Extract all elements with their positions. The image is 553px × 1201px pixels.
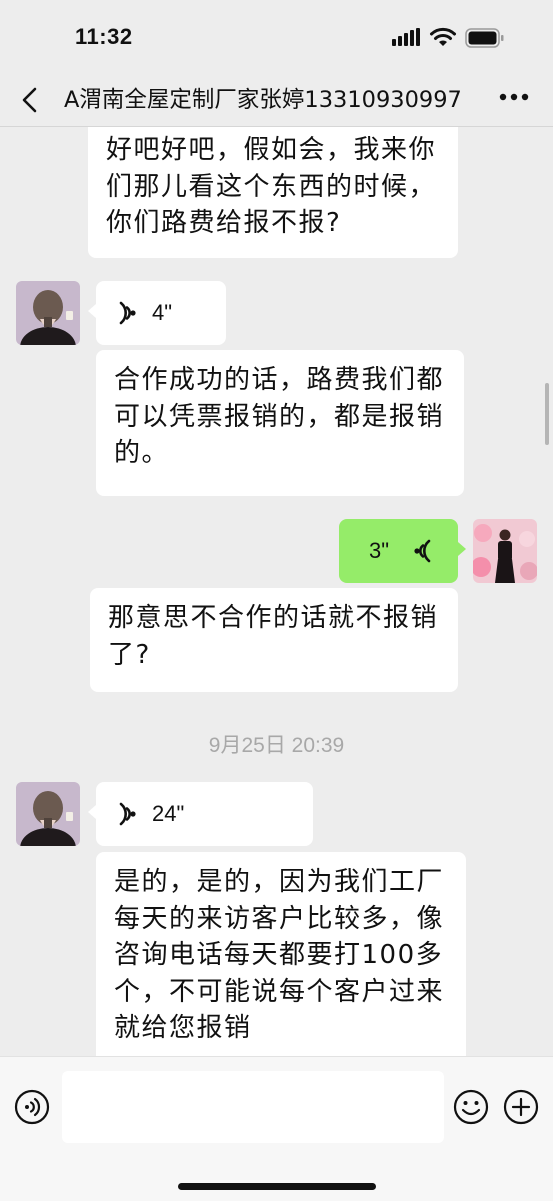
status-bar: 11:32: [0, 0, 553, 76]
message-bubble[interactable]: 是的，是的，因为我们工厂每天的来访客户比较多，像咨询电话每天都要打100多个，不…: [96, 852, 466, 1056]
cellular-signal-icon: [392, 28, 420, 46]
message-bubble[interactable]: 好吧好吧，假如会，我来你们那儿看这个东西的时候，你们路费给报不报?: [88, 126, 458, 258]
contact-avatar[interactable]: [16, 782, 80, 846]
message-input[interactable]: [62, 1071, 444, 1143]
voice-duration: 3": [369, 538, 390, 563]
status-time: 11:32: [75, 24, 133, 49]
more-options-icon[interactable]: [499, 92, 529, 102]
message-list[interactable]: 好吧好吧，假如会，我来你们那儿看这个东西的时候，你们路费给报不报? 4" 合作成…: [0, 126, 553, 1056]
voice-input-icon[interactable]: [14, 1089, 50, 1125]
bubble-tail: [88, 304, 96, 318]
input-bar: [0, 1056, 553, 1201]
emoji-icon[interactable]: [453, 1089, 489, 1125]
voice-wave-icon: [414, 539, 431, 563]
voice-wave-icon: [119, 301, 136, 325]
contact-avatar[interactable]: [16, 281, 80, 345]
wifi-icon: [430, 27, 456, 46]
home-indicator: [178, 1183, 376, 1190]
message-text: 那意思不合作的话就不报销了?: [108, 603, 439, 670]
voice-message[interactable]: 4": [96, 281, 226, 345]
voice-message[interactable]: 24": [96, 782, 313, 846]
back-arrow-icon[interactable]: [16, 85, 46, 115]
message-text: 合作成功的话，路费我们都可以凭票报销的，都是报销的。: [114, 365, 445, 468]
message-text: 好吧好吧，假如会，我来你们那儿看这个东西的时候，你们路费给报不报?: [106, 135, 437, 238]
message-bubble[interactable]: 合作成功的话，路费我们都可以凭票报销的，都是报销的。: [96, 350, 464, 496]
voice-message[interactable]: 3": [339, 519, 458, 583]
timestamp: 9月25日 20:39: [208, 734, 345, 757]
voice-duration: 4": [152, 300, 173, 325]
self-avatar[interactable]: [473, 519, 537, 583]
message-bubble[interactable]: 那意思不合作的话就不报销了?: [90, 588, 458, 692]
voice-wave-icon: [119, 802, 136, 826]
chat-header: A渭南全屋定制厂家张婷13310930997: [0, 76, 553, 127]
bubble-tail: [458, 542, 466, 556]
message-text: 是的，是的，因为我们工厂每天的来访客户比较多，像咨询电话每天都要打100多个，不…: [114, 867, 445, 1043]
battery-icon: [465, 28, 504, 48]
chat-title: A渭南全屋定制厂家张婷13310930997: [64, 87, 462, 113]
scrollbar[interactable]: [545, 383, 549, 445]
add-icon[interactable]: [503, 1089, 539, 1125]
voice-duration: 24": [152, 801, 185, 826]
bubble-tail: [88, 805, 96, 819]
